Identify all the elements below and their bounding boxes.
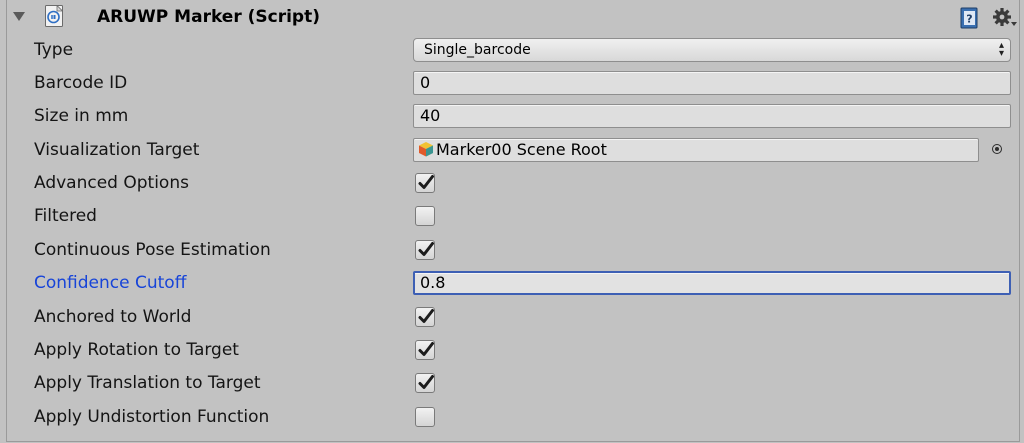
visualization-target-value: Marker00 Scene Root bbox=[436, 140, 607, 159]
apply-translation-to-target-checkbox[interactable] bbox=[415, 373, 435, 393]
apply-undistortion-function-checkbox[interactable] bbox=[415, 407, 435, 427]
row-apply-rotation-to-target: Apply Rotation to Target bbox=[7, 335, 1019, 367]
apply-translation-to-target-label: Apply Translation to Target bbox=[34, 373, 261, 393]
anchored-to-world-checkbox[interactable] bbox=[415, 307, 435, 327]
checkmark-icon bbox=[418, 342, 434, 356]
checkmark-icon bbox=[418, 175, 434, 189]
size-in-mm-field[interactable]: 40 bbox=[413, 104, 1011, 128]
barcode-id-label: Barcode ID bbox=[34, 73, 128, 93]
gameobject-cube-icon bbox=[419, 142, 433, 157]
inspector-component-panel: ARUWP Marker (Script) ? Type Single_barc… bbox=[6, 0, 1020, 442]
dropdown-arrows-icon: ▴ ▾ bbox=[998, 40, 1004, 59]
type-dropdown[interactable]: Single_barcode ▴ ▾ bbox=[413, 38, 1011, 62]
row-continuous-pose-estimation: Continuous Pose Estimation bbox=[7, 235, 1019, 267]
component-title: ARUWP Marker (Script) bbox=[97, 7, 321, 27]
apply-rotation-to-target-checkbox[interactable] bbox=[415, 340, 435, 360]
gear-icon[interactable] bbox=[992, 6, 1018, 30]
type-label: Type bbox=[34, 40, 74, 60]
advanced-options-label: Advanced Options bbox=[34, 173, 189, 193]
visualization-target-field[interactable]: Marker00 Scene Root bbox=[413, 138, 979, 162]
continuous-pose-estimation-checkbox[interactable] bbox=[415, 240, 435, 260]
confidence-cutoff-field[interactable]: 0.8 bbox=[413, 271, 1011, 295]
visualization-target-label: Visualization Target bbox=[34, 140, 200, 160]
size-in-mm-label: Size in mm bbox=[34, 106, 129, 126]
object-picker-icon[interactable] bbox=[992, 144, 1002, 154]
row-size-in-mm: Size in mm 40 bbox=[7, 101, 1019, 133]
row-type: Type Single_barcode ▴ ▾ bbox=[7, 35, 1019, 67]
checkmark-icon bbox=[418, 242, 434, 256]
checkmark-icon bbox=[418, 309, 434, 323]
component-header[interactable]: ARUWP Marker (Script) ? bbox=[7, 0, 1019, 34]
row-visualization-target: Visualization Target Marker00 Scene Root bbox=[7, 135, 1019, 167]
filtered-checkbox[interactable] bbox=[415, 206, 435, 226]
row-anchored-to-world: Anchored to World bbox=[7, 302, 1019, 334]
row-confidence-cutoff: Confidence Cutoff 0.8 bbox=[7, 268, 1019, 300]
barcode-id-field[interactable]: 0 bbox=[413, 71, 1011, 95]
svg-text:?: ? bbox=[966, 13, 972, 26]
type-dropdown-value: Single_barcode bbox=[424, 42, 531, 58]
apply-rotation-to-target-label: Apply Rotation to Target bbox=[34, 340, 239, 360]
advanced-options-checkbox[interactable] bbox=[415, 173, 435, 193]
csharp-script-icon bbox=[45, 5, 63, 27]
anchored-to-world-label: Anchored to World bbox=[34, 307, 192, 327]
foldout-arrow-icon[interactable] bbox=[13, 12, 25, 21]
checkmark-icon bbox=[418, 375, 434, 389]
row-barcode-id: Barcode ID 0 bbox=[7, 68, 1019, 100]
continuous-pose-estimation-label: Continuous Pose Estimation bbox=[34, 240, 271, 260]
row-filtered: Filtered bbox=[7, 201, 1019, 233]
filtered-label: Filtered bbox=[34, 206, 97, 226]
row-apply-undistortion-function: Apply Undistortion Function bbox=[7, 402, 1019, 434]
confidence-cutoff-label: Confidence Cutoff bbox=[34, 273, 187, 293]
row-apply-translation-to-target: Apply Translation to Target bbox=[7, 368, 1019, 400]
row-advanced-options: Advanced Options bbox=[7, 168, 1019, 200]
help-book-icon[interactable]: ? bbox=[960, 7, 980, 29]
apply-undistortion-function-label: Apply Undistortion Function bbox=[34, 407, 270, 427]
